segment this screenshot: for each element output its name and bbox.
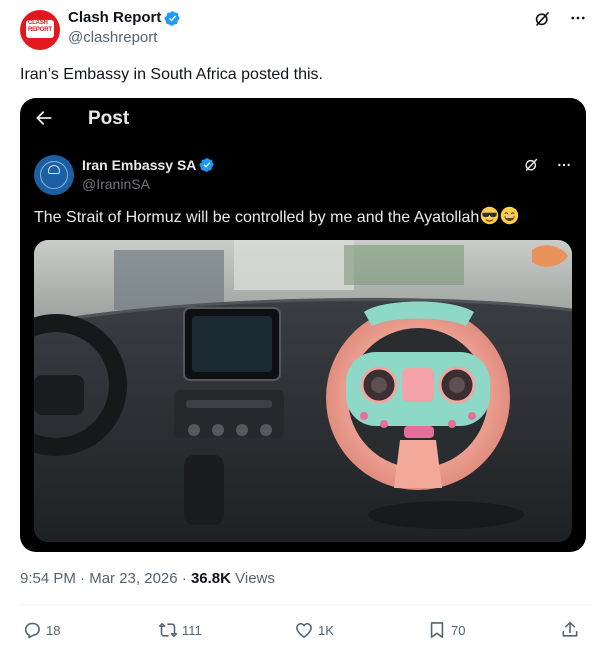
like-count: 1K	[318, 622, 334, 638]
embed-top-bar: Post	[20, 98, 586, 138]
embedded-tweet-text: The Strait of Hormuz will be controlled …	[34, 206, 519, 229]
verified-badge-icon	[164, 10, 181, 26]
embedded-author-avatar	[34, 155, 74, 195]
avatar-logo: CLASH REPORT	[26, 20, 54, 38]
views-label: Views	[230, 570, 275, 587]
share-button[interactable]	[560, 620, 580, 640]
share-icon	[562, 621, 578, 637]
car-dashboard-photo[interactable]	[34, 240, 572, 542]
reply-count: 18	[46, 622, 61, 638]
top-actions	[532, 8, 588, 28]
embedded-top-actions	[523, 156, 572, 173]
embedded-screenshot[interactable]: Post Iran Embassy SA @IraninSA The Strai…	[20, 98, 586, 552]
embedded-author-handle: @IraninSA	[82, 176, 150, 192]
back-arrow-icon	[36, 111, 52, 125]
embedded-tweet-text-content: The Strait of Hormuz will be controlled …	[34, 209, 480, 226]
post-meta: 9:54 PM · Mar 23, 2026 · 36.8K Views	[20, 569, 275, 589]
grinning-emoji-icon	[501, 206, 519, 225]
reply-icon	[24, 622, 40, 639]
author-display-name[interactable]: Clash Report	[68, 8, 181, 28]
more-icon	[558, 163, 570, 166]
repost-count: 111	[182, 622, 202, 638]
tweet-text: Iran’s Embassy in South Africa posted th…	[20, 66, 323, 83]
embed-bar-title: Post	[88, 108, 130, 129]
repost-icon	[158, 622, 178, 638]
author-avatar[interactable]: CLASH REPORT	[20, 10, 60, 50]
more-icon[interactable]	[568, 8, 588, 28]
like-button[interactable]: 1K	[294, 620, 334, 640]
embedded-author-name: Iran Embassy SA	[82, 156, 215, 174]
bookmark-count: 70	[451, 622, 466, 638]
photo-illustration	[34, 240, 572, 542]
embedded-author-name-text: Iran Embassy SA	[82, 157, 197, 173]
author-display-name-text[interactable]: Clash Report	[68, 8, 161, 28]
bookmark-button[interactable]: 70	[427, 620, 465, 640]
author-handle[interactable]: @clashreport	[68, 28, 181, 48]
bookmark-icon	[430, 622, 444, 638]
author-name-block: Clash Report @clashreport	[68, 8, 181, 48]
repost-button[interactable]: 111	[158, 620, 202, 640]
meta-separator-2: ·	[177, 570, 191, 587]
verified-badge-icon	[199, 158, 215, 172]
views-count[interactable]: 36.8K	[191, 570, 231, 587]
avatar-logo-text-2: REPORT	[28, 27, 52, 33]
post-date[interactable]: Mar 23, 2026	[89, 570, 177, 587]
action-bar: 18 111 1K 70	[20, 620, 592, 644]
post-time[interactable]: 9:54 PM	[20, 570, 76, 587]
emblem-icon	[48, 165, 60, 174]
post-header: CLASH REPORT Clash Report @clashreport	[20, 6, 592, 50]
divider	[20, 604, 592, 605]
like-icon	[296, 622, 312, 638]
reply-button[interactable]: 18	[22, 620, 60, 640]
meta-separator: ·	[75, 570, 90, 587]
grok-icon[interactable]	[532, 8, 552, 28]
avatar-logo-text-1: CLASH	[28, 20, 48, 26]
sunglasses-emoji-icon	[481, 206, 499, 225]
grok-icon	[525, 158, 538, 171]
